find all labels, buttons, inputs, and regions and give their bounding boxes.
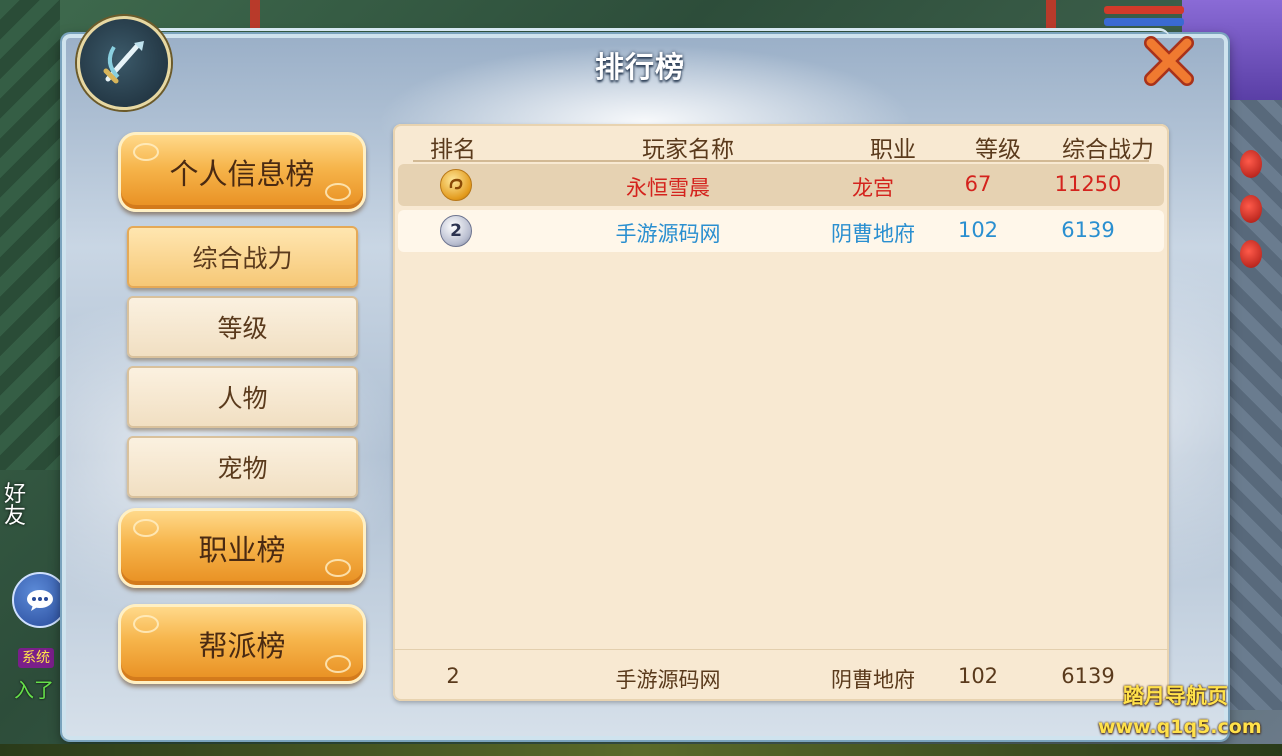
header-level: 等级 [975,137,1021,163]
category-personal-button[interactable]: 个人信息榜 [118,132,366,212]
rank-number: 2 [450,221,462,241]
right-rooftop [1222,90,1282,710]
chat-button[interactable] [12,572,68,628]
table-row[interactable]: 永恒雪晨 龙宫 67 11250 [398,164,1164,206]
subtab-label: 人物 [217,384,268,413]
player-profession: 阴曹地府 [831,222,915,246]
watermark-url: www.q1q5.com [1098,716,1262,738]
header-player-name: 玩家名称 [642,137,734,163]
sword-emblem-icon [103,41,144,84]
player-level: 102 [957,218,999,242]
system-message: 入了 [14,678,54,702]
hp-bar [1104,6,1184,14]
cloud-ornament-icon [325,559,351,577]
category-profession-button[interactable]: 职业榜 [118,508,366,588]
cloud-ornament-icon [133,143,159,161]
category-guild-button[interactable]: 帮派榜 [118,604,366,684]
category-label: 帮派榜 [198,629,286,663]
cloud-ornament-icon [133,615,159,633]
watermark-title: 踏月导航页 [1123,684,1228,708]
header-profession: 职业 [870,137,916,163]
lantern-icon [1240,150,1262,178]
player-power: 11250 [1054,172,1122,196]
subtab-label: 等级 [217,314,268,343]
category-label: 职业榜 [198,533,286,567]
player-name: 手游源码网 [615,222,721,246]
my-level: 102 [957,664,999,688]
subtab-label: 宠物 [217,454,268,483]
subtab-label: 综合战力 [192,244,293,273]
cloud-ornament-icon [133,519,159,537]
table-row[interactable]: 2 手游源码网 阴曹地府 102 6139 [398,210,1164,252]
system-badge: 系统 [18,648,54,668]
subtab-character[interactable]: 人物 [127,366,358,428]
player-name: 永恒雪晨 [626,176,710,200]
close-icon [1144,36,1194,86]
red-pillar [250,0,260,30]
my-name: 手游源码网 [615,668,721,692]
header-rank: 排名 [430,137,476,163]
table-header: 排名 玩家名称 职业 等级 综合战力 [413,124,1154,163]
window-title: 排行榜 [594,50,685,84]
cloud-ornament-icon [325,655,351,673]
red-pillar [1046,0,1056,30]
bottom-hud-bar [0,744,1282,756]
subtab-pet[interactable]: 宠物 [127,436,358,498]
subtab-power[interactable]: 综合战力 [127,226,358,288]
left-rooftop [0,0,60,470]
leaderboard-emblem [77,16,171,110]
my-profession: 阴曹地府 [831,668,915,692]
player-power: 6139 [1061,218,1115,242]
lantern-icon [1240,195,1262,223]
friends-label[interactable]: 好友 [4,484,34,528]
player-level: 67 [964,172,992,196]
dragon-icon [449,178,463,190]
subtab-level[interactable]: 等级 [127,296,358,358]
player-profession: 龙宫 [852,176,894,200]
mp-bar [1104,18,1184,26]
ranking-table: 排名 玩家名称 职业 等级 综合战力 永恒雪晨 龙宫 67 11250 2 手游… [393,124,1169,701]
my-ranking-row: 2 手游源码网 阴曹地府 102 6139 [393,649,1169,701]
header-power: 综合战力 [1062,137,1154,163]
lantern-icon [1240,240,1262,268]
my-rank: 2 [446,664,460,688]
chat-bubble-icon [27,590,53,611]
close-button[interactable] [1138,30,1200,92]
gold-medal-icon [440,169,472,201]
category-label: 个人信息榜 [169,157,315,191]
silver-medal-icon: 2 [440,215,472,247]
cloud-ornament-icon [325,183,351,201]
